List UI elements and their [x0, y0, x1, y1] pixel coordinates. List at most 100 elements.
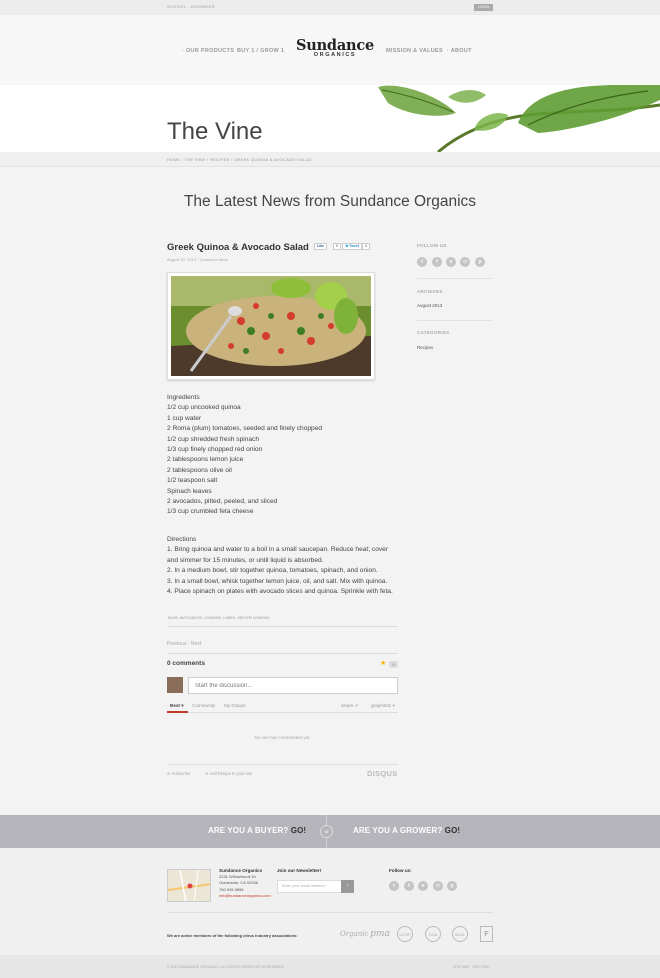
twitter-icon[interactable]: t: [417, 257, 427, 267]
pinterest-icon[interactable]: p: [475, 257, 485, 267]
direction-step: and simmer for 15 minutes, or until liqu…: [167, 556, 324, 564]
comment-count: 0 comments: [167, 660, 205, 667]
cta-band: ARE YOU A BUYER? GO! or ARE YOU A GROWER…: [0, 815, 660, 848]
empty-comments-text: No one has commented yet.: [254, 735, 311, 740]
buyer-cta[interactable]: ARE YOU A BUYER? GO!: [208, 826, 306, 835]
login-button[interactable]: LOGIN: [474, 4, 493, 11]
facebook-icon[interactable]: f: [432, 257, 442, 267]
facebook-like-label: Like: [317, 244, 325, 248]
cga-logo[interactable]: CGA: [425, 926, 441, 942]
add-disqus-link[interactable]: ⊕ Add Disqus to your site: [205, 771, 253, 776]
associations-label: We are active members of the following c…: [167, 933, 298, 938]
footer-follow-heading: Follow us:: [389, 868, 412, 873]
category-link[interactable]: Recipes: [417, 345, 433, 350]
nav-mission[interactable]: MISSION & VALUES: [386, 48, 443, 54]
top-links[interactable]: SCHOOL · GROWERS: [167, 4, 215, 9]
grower-cta[interactable]: ARE YOU A GROWER? GO!: [353, 826, 460, 835]
footer-address: 2231 Willowbrook Dr Oceanside, CA 92056 …: [219, 874, 271, 898]
sidebar-archives-heading: ARCHIVES: [417, 289, 443, 294]
f-association-logo[interactable]: F: [480, 926, 493, 942]
archive-link[interactable]: August 2013: [417, 303, 442, 308]
divider: [417, 320, 493, 321]
ingredient-item: 1/3 cup crumbled feta cheese: [167, 508, 254, 516]
buyer-cta-go: GO!: [290, 826, 307, 835]
site-header: · OUR PRODUCTS BUY 1 / GROW 1 Sundance O…: [0, 15, 660, 85]
post-meta: August 20, 2013 · Customer News: [167, 257, 229, 262]
instagram-icon[interactable]: ◘: [460, 257, 470, 267]
tweet-label: Tweet: [349, 244, 360, 248]
direction-step: 3. In a small bowl, whisk together lemon…: [167, 577, 388, 585]
copyright: © 2013 SUNDANCE ORGANICS. ALL RIGHTS RES…: [167, 965, 285, 969]
breadcrumb-trail[interactable]: HOME › THE VINE › RECIPES › GREEK QUINOA…: [167, 157, 312, 162]
grower-cta-go: GO!: [444, 826, 461, 835]
ingredient-item: 2 tablespoons olive oil: [167, 466, 232, 474]
instagram-icon[interactable]: ◘: [433, 881, 443, 891]
divider: [417, 278, 493, 279]
discussion-input[interactable]: [188, 677, 398, 694]
directions-list: Directions 1. Bring quinoa and water to …: [167, 535, 393, 597]
page-title: The Vine: [167, 118, 263, 145]
tab-community[interactable]: Community: [192, 703, 215, 708]
avatar[interactable]: [167, 677, 183, 693]
subscribe-link[interactable]: ✉ Subscribe: [167, 771, 190, 776]
hero-banner: The Vine: [0, 85, 660, 152]
active-tab-indicator: [167, 711, 188, 713]
post-tags[interactable]: TAGS: AVOCADOS, LEMONS, LIMES, MEYER LEM…: [167, 615, 270, 620]
ingredients-list: Ingredients 1/2 cup uncooked quinoa 1 cu…: [167, 393, 322, 518]
disqus-logo[interactable]: DISQUS: [367, 769, 398, 778]
nav-buy-grow[interactable]: BUY 1 / GROW 1: [237, 48, 284, 54]
location-map[interactable]: [167, 869, 211, 902]
vimeo-icon[interactable]: v: [446, 257, 456, 267]
organic-association-logo[interactable]: Organic: [340, 926, 368, 942]
newsletter-submit-button[interactable]: ›: [341, 880, 354, 893]
ccof-logo[interactable]: CCOF: [397, 926, 413, 942]
prev-next-links[interactable]: Previous · Next: [167, 641, 201, 647]
sidebar-categories-heading: CATEGORIES: [417, 330, 450, 335]
ingredient-item: 2 avocados, pitted, peeled, and sliced: [167, 498, 278, 506]
tab-my-disqus[interactable]: My Disqus: [224, 703, 245, 708]
directions-heading: Directions: [167, 536, 197, 543]
star-count: 0: [389, 661, 398, 668]
nav-about[interactable]: · ABOUT: [447, 48, 472, 54]
facebook-icon[interactable]: f: [404, 881, 414, 891]
seal-logo[interactable]: SEAL: [452, 926, 468, 942]
share-button[interactable]: Share ⇗: [341, 703, 358, 709]
ingredient-item: 2 Roma (plum) tomatoes, seeded and finel…: [167, 425, 323, 433]
pma-logo[interactable]: pma: [370, 926, 390, 942]
footer-company-name: Sundance Organics: [219, 868, 263, 873]
sidebar-follow-heading: FOLLOW US: [417, 243, 447, 248]
ingredient-item: 1 cup water: [167, 414, 202, 422]
vimeo-icon[interactable]: v: [418, 881, 428, 891]
tab-best[interactable]: Best ▾: [170, 703, 184, 709]
user-menu[interactable]: graphik01 ▾: [371, 703, 395, 709]
facebook-like-button[interactable]: Like: [314, 243, 328, 250]
tweet-count: 0: [362, 243, 370, 250]
ingredient-item: 1/3 cup finely chopped red onion: [167, 446, 263, 454]
buyer-cta-label: ARE YOU A BUYER?: [208, 826, 289, 835]
top-bar: SCHOOL · GROWERS LOGIN: [0, 0, 660, 15]
grower-cta-label: ARE YOU A GROWER?: [353, 826, 443, 835]
divider: [167, 626, 398, 627]
direction-step: 2. In a medium bowl, stir together quino…: [167, 567, 378, 575]
star-icon[interactable]: ★: [380, 660, 386, 668]
site-footer: [0, 848, 660, 955]
ingredient-item: 1/2 teaspoon salt: [167, 477, 218, 485]
ingredient-item: Spinach leaves: [167, 487, 212, 495]
footer-links[interactable]: SITE MAP · RSS FEED: [453, 965, 490, 969]
address-line: Oceanside, CA 92056: [219, 879, 258, 885]
ingredient-item: 2 tablespoons lemon juice: [167, 456, 244, 464]
divider: [167, 912, 493, 913]
direction-step: 4. Place spinach on plates with avocado …: [167, 588, 393, 596]
nav-our-products[interactable]: · OUR PRODUCTS: [182, 48, 234, 54]
tweet-button[interactable]: 🐦Tweet: [342, 243, 363, 250]
newsletter-heading: Join our Newsletter!: [277, 868, 322, 873]
newsletter-email-input[interactable]: Enter your email address*: [277, 880, 342, 893]
pinterest-icon[interactable]: p: [447, 881, 457, 891]
divider: [167, 653, 398, 654]
post-title[interactable]: Greek Quinoa & Avocado Salad: [167, 242, 309, 253]
map-image: [168, 870, 210, 901]
divider: [167, 712, 398, 713]
twitter-icon[interactable]: t: [389, 881, 399, 891]
site-logo[interactable]: Sundance ORGANICS: [290, 37, 380, 58]
email-link[interactable]: info@sundanceorganics.com: [219, 893, 271, 899]
